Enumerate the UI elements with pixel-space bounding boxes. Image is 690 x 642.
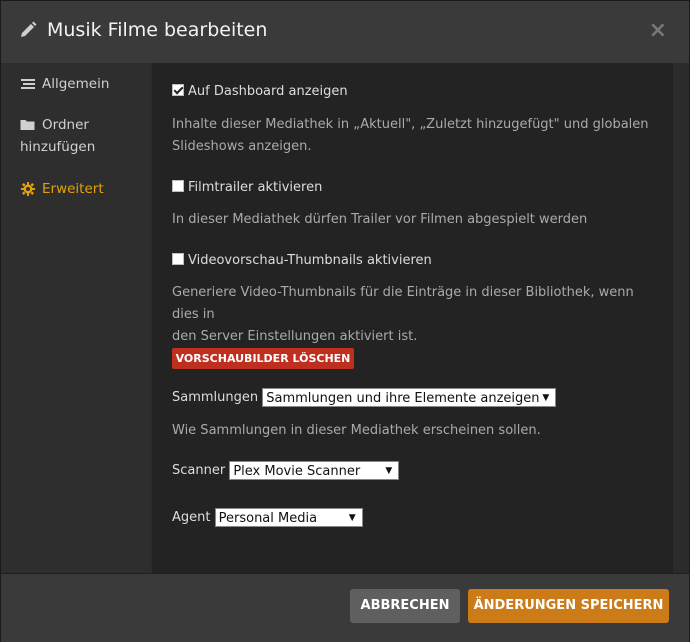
cancel-button[interactable]: ABBRECHEN (350, 589, 460, 623)
dialog-footer: ABBRECHEN ÄNDERUNGEN SPEICHERN (1, 573, 689, 642)
agent-row: Agent Personal Media ▼ (172, 508, 363, 527)
scanner-select-value: Plex Movie Scanner (233, 464, 361, 479)
agent-select-value: Personal Media (218, 511, 318, 526)
agent-label: Agent (172, 510, 211, 525)
sidebar-item-ordner-hinzufuegen[interactable]: Ordner hinzufügen (20, 114, 95, 158)
collections-label: Sammlungen (172, 390, 259, 405)
dashboard-desc-line1: Inhalte dieser Mediathek in „Aktuell", „… (172, 117, 649, 132)
scrollbar[interactable] (673, 63, 689, 573)
sidebar: Allgemein Ordner hinzufügen Erweitert (1, 63, 151, 573)
gear-icon (21, 182, 35, 196)
sidebar-item-label: Ordner (42, 117, 89, 133)
trailer-description: In dieser Mediathek dürfen Trailer vor F… (172, 212, 588, 227)
sidebar-item-erweitert[interactable]: Erweitert (20, 178, 104, 200)
thumbnails-option: Videovorschau-Thumbnails aktivieren (172, 253, 432, 268)
advanced-settings-panel: Auf Dashboard anzeigen Inhalte dieser Me… (152, 63, 674, 573)
trailer-option: Filmtrailer aktivieren (172, 180, 322, 195)
collections-select-value: Sammlungen und ihre Elemente anzeigen (266, 391, 540, 406)
dropdown-arrow-icon: ▼ (385, 466, 393, 476)
thumbnails-label: Videovorschau-Thumbnails aktivieren (188, 253, 432, 268)
dropdown-arrow-icon: ▼ (348, 513, 356, 523)
scanner-row: Scanner Plex Movie Scanner ▼ (172, 461, 400, 480)
save-changes-button[interactable]: ÄNDERUNGEN SPEICHERN (468, 589, 669, 623)
sidebar-item-label-line2: hinzufügen (20, 139, 96, 155)
delete-previews-button[interactable]: VORSCHAUBILDER LÖSCHEN (172, 348, 354, 369)
collections-description: Wie Sammlungen in dieser Mediathek ersch… (172, 423, 541, 438)
trailer-label: Filmtrailer aktivieren (188, 180, 323, 195)
folder-icon (20, 120, 35, 130)
dashboard-description: Inhalte dieser Mediathek in „Aktuell", „… (172, 114, 652, 158)
dropdown-arrow-icon: ▼ (542, 393, 550, 403)
sidebar-item-allgemein[interactable]: Allgemein (20, 73, 109, 95)
scanner-label: Scanner (172, 463, 226, 478)
list-icon (21, 79, 35, 89)
dashboard-label: Auf Dashboard anzeigen (188, 84, 348, 99)
close-icon[interactable]: × (649, 18, 667, 43)
sidebar-item-label: Allgemein (42, 76, 110, 92)
dashboard-checkbox[interactable] (172, 84, 184, 96)
collections-select[interactable]: Sammlungen und ihre Elemente anzeigen ▼ (262, 388, 557, 407)
dashboard-option: Auf Dashboard anzeigen (172, 84, 348, 99)
thumbnails-description: Generiere Video-Thumbnails für die Eintr… (172, 282, 652, 348)
thumbnails-checkbox[interactable] (172, 253, 184, 265)
edit-library-dialog: Musik Filme bearbeiten × Allgemein Ordne… (0, 0, 690, 642)
thumbnails-desc-line2: den Server Einstellungen aktiviert ist. (172, 329, 418, 344)
pencil-icon (21, 21, 37, 37)
trailer-checkbox[interactable] (172, 180, 184, 192)
collections-row: Sammlungen Sammlungen und ihre Elemente … (172, 388, 557, 407)
thumbnails-desc-line1: Generiere Video-Thumbnails für die Eintr… (172, 285, 634, 322)
dialog-header: Musik Filme bearbeiten × (1, 1, 689, 64)
sidebar-item-label: Erweitert (42, 181, 104, 197)
scanner-select[interactable]: Plex Movie Scanner ▼ (229, 461, 400, 480)
dialog-title: Musik Filme bearbeiten (47, 19, 268, 41)
agent-select[interactable]: Personal Media ▼ (214, 508, 363, 527)
dashboard-desc-line2: Slideshows anzeigen. (172, 139, 312, 154)
